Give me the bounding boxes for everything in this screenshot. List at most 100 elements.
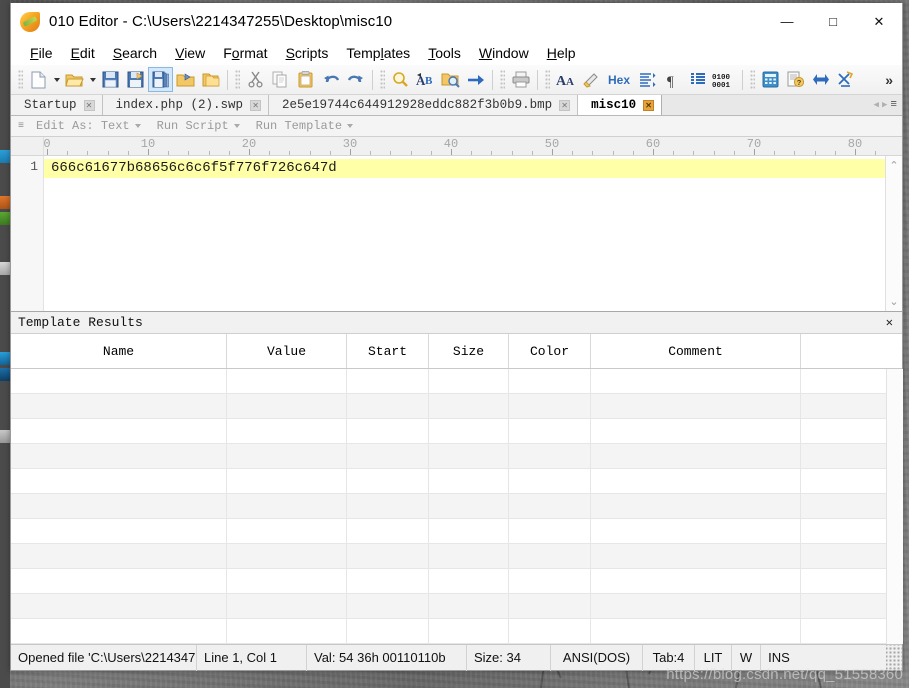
tab-index-php-swp[interactable]: index.php (2).swp ✕	[102, 95, 270, 115]
replace-icon[interactable]: AB	[413, 67, 438, 92]
tab-close-icon[interactable]: ✕	[250, 99, 262, 111]
taskbar-icon-2[interactable]	[0, 196, 10, 209]
new-file-dropdown[interactable]	[51, 67, 62, 92]
taskbar-icon-3[interactable]	[0, 212, 10, 225]
table-row[interactable]	[11, 394, 886, 419]
table-row[interactable]	[11, 419, 886, 444]
toolbar-grip-3[interactable]	[380, 69, 385, 90]
tab-close-icon[interactable]: ✕	[83, 99, 95, 111]
checksum-icon[interactable]	[833, 67, 858, 92]
save-all-icon[interactable]	[148, 67, 173, 92]
taskbar-icon-7[interactable]	[0, 430, 10, 443]
tab-startup[interactable]: Startup ✕	[11, 95, 103, 115]
table-row[interactable]	[11, 594, 886, 619]
byte-swap-icon[interactable]	[635, 67, 660, 92]
menu-view[interactable]: View	[166, 43, 214, 63]
column-header-value[interactable]: Value	[227, 334, 347, 368]
table-row[interactable]	[11, 619, 886, 644]
table-row[interactable]	[11, 569, 886, 594]
menu-templates[interactable]: Templates	[337, 43, 419, 63]
close-file-icon[interactable]	[173, 67, 198, 92]
tab-list-icon[interactable]: ≡	[890, 99, 897, 111]
tab-bmp-file[interactable]: 2e5e19744c644912928eddc882f3b0b9.bmp ✕	[269, 95, 579, 115]
tab-prev-icon[interactable]: ◀	[874, 100, 879, 110]
ruler-tick	[673, 151, 675, 155]
toolbar-grip-2[interactable]	[235, 69, 240, 90]
tab-close-icon[interactable]: ✕	[643, 99, 655, 111]
save-icon[interactable]	[98, 67, 123, 92]
column-header-name[interactable]: Name	[11, 334, 227, 368]
column-header-color[interactable]: Color	[509, 334, 591, 368]
menu-scripts[interactable]: Scripts	[277, 43, 338, 63]
inspector-icon[interactable]: ?	[783, 67, 808, 92]
taskbar-icon-1[interactable]	[0, 150, 10, 163]
toolbar-grip-4[interactable]	[500, 69, 505, 90]
toolbar-grip[interactable]	[18, 69, 23, 90]
print-icon[interactable]	[508, 67, 533, 92]
table-row[interactable]	[11, 494, 886, 519]
line-numbers-icon[interactable]	[685, 67, 710, 92]
hex-mode-icon[interactable]: Hex	[603, 67, 635, 92]
taskbar-icon-5[interactable]	[0, 352, 10, 365]
binary-view-icon[interactable]: 0100 0001	[710, 67, 738, 92]
table-row[interactable]	[11, 444, 886, 469]
maximize-button[interactable]: □	[810, 3, 856, 40]
taskbar-icon-6[interactable]	[0, 368, 10, 381]
scroll-down-icon[interactable]: ⌄	[889, 295, 898, 308]
compare-icon[interactable]	[808, 67, 833, 92]
menu-tools[interactable]: Tools	[419, 43, 470, 63]
editor-vertical-scrollbar[interactable]: ⌃ ⌄	[885, 156, 902, 311]
column-header-start[interactable]: Start	[347, 334, 429, 368]
tab-next-icon[interactable]: ▶	[882, 100, 887, 110]
table-row[interactable]	[11, 469, 886, 494]
column-header-comment[interactable]: Comment	[591, 334, 801, 368]
toolbar-grip-5[interactable]	[545, 69, 550, 90]
menu-file[interactable]: File	[21, 43, 62, 63]
paragraph-marks-icon[interactable]: ¶	[660, 67, 685, 92]
new-file-icon[interactable]	[26, 67, 51, 92]
code-line-1[interactable]: 666c61677b68656c6c6f5f776f726c647d	[44, 159, 885, 178]
run-script-dropdown[interactable]: Run Script	[149, 119, 248, 133]
paste-icon[interactable]	[293, 67, 318, 92]
menu-window[interactable]: Window	[470, 43, 538, 63]
desktop-taskbar[interactable]	[0, 0, 10, 688]
toolbar2-expander-icon[interactable]: ≡	[14, 121, 28, 132]
encoding[interactable]: ANSI(DOS)	[551, 644, 643, 671]
run-template-dropdown[interactable]: Run Template	[248, 119, 361, 133]
toolbar-grip-6[interactable]	[750, 69, 755, 90]
taskbar-icon-4[interactable]	[0, 262, 10, 275]
close-icon[interactable]: ✕	[883, 315, 896, 330]
open-file-icon[interactable]	[62, 67, 87, 92]
find-in-files-icon[interactable]	[438, 67, 463, 92]
column-header-blank[interactable]	[801, 334, 886, 368]
open-folder-icon[interactable]	[198, 67, 223, 92]
edit-as-dropdown[interactable]: Edit As: Text	[28, 119, 149, 133]
undo-icon[interactable]	[318, 67, 343, 92]
template-results-scrollbar[interactable]	[886, 369, 903, 644]
tab-misc10[interactable]: misc10 ✕	[578, 95, 663, 115]
code-content[interactable]: 666c61677b68656c6c6f5f776f726c647d	[44, 156, 885, 311]
column-header-size[interactable]: Size	[429, 334, 509, 368]
menu-edit[interactable]: Edit	[62, 43, 104, 63]
find-icon[interactable]	[388, 67, 413, 92]
menu-help[interactable]: Help	[538, 43, 585, 63]
table-row[interactable]	[11, 544, 886, 569]
save-as-icon[interactable]	[123, 67, 148, 92]
redo-icon[interactable]	[343, 67, 368, 92]
tab-close-icon[interactable]: ✕	[559, 99, 571, 111]
open-file-dropdown[interactable]	[87, 67, 98, 92]
minimize-button[interactable]: —	[764, 3, 810, 40]
table-row[interactable]	[11, 519, 886, 544]
menu-format[interactable]: Format	[214, 43, 276, 63]
close-button[interactable]: ✕	[856, 3, 902, 40]
cut-icon[interactable]	[243, 67, 268, 92]
toolbar-overflow-button[interactable]: »	[881, 72, 897, 88]
scroll-up-icon[interactable]: ⌃	[889, 159, 898, 172]
calculator-icon[interactable]	[758, 67, 783, 92]
font-icon[interactable]: AA	[553, 67, 578, 92]
menu-search[interactable]: Search	[104, 43, 166, 63]
goto-icon[interactable]	[463, 67, 488, 92]
table-row[interactable]	[11, 369, 886, 394]
copy-icon[interactable]	[268, 67, 293, 92]
highlight-icon[interactable]	[578, 67, 603, 92]
